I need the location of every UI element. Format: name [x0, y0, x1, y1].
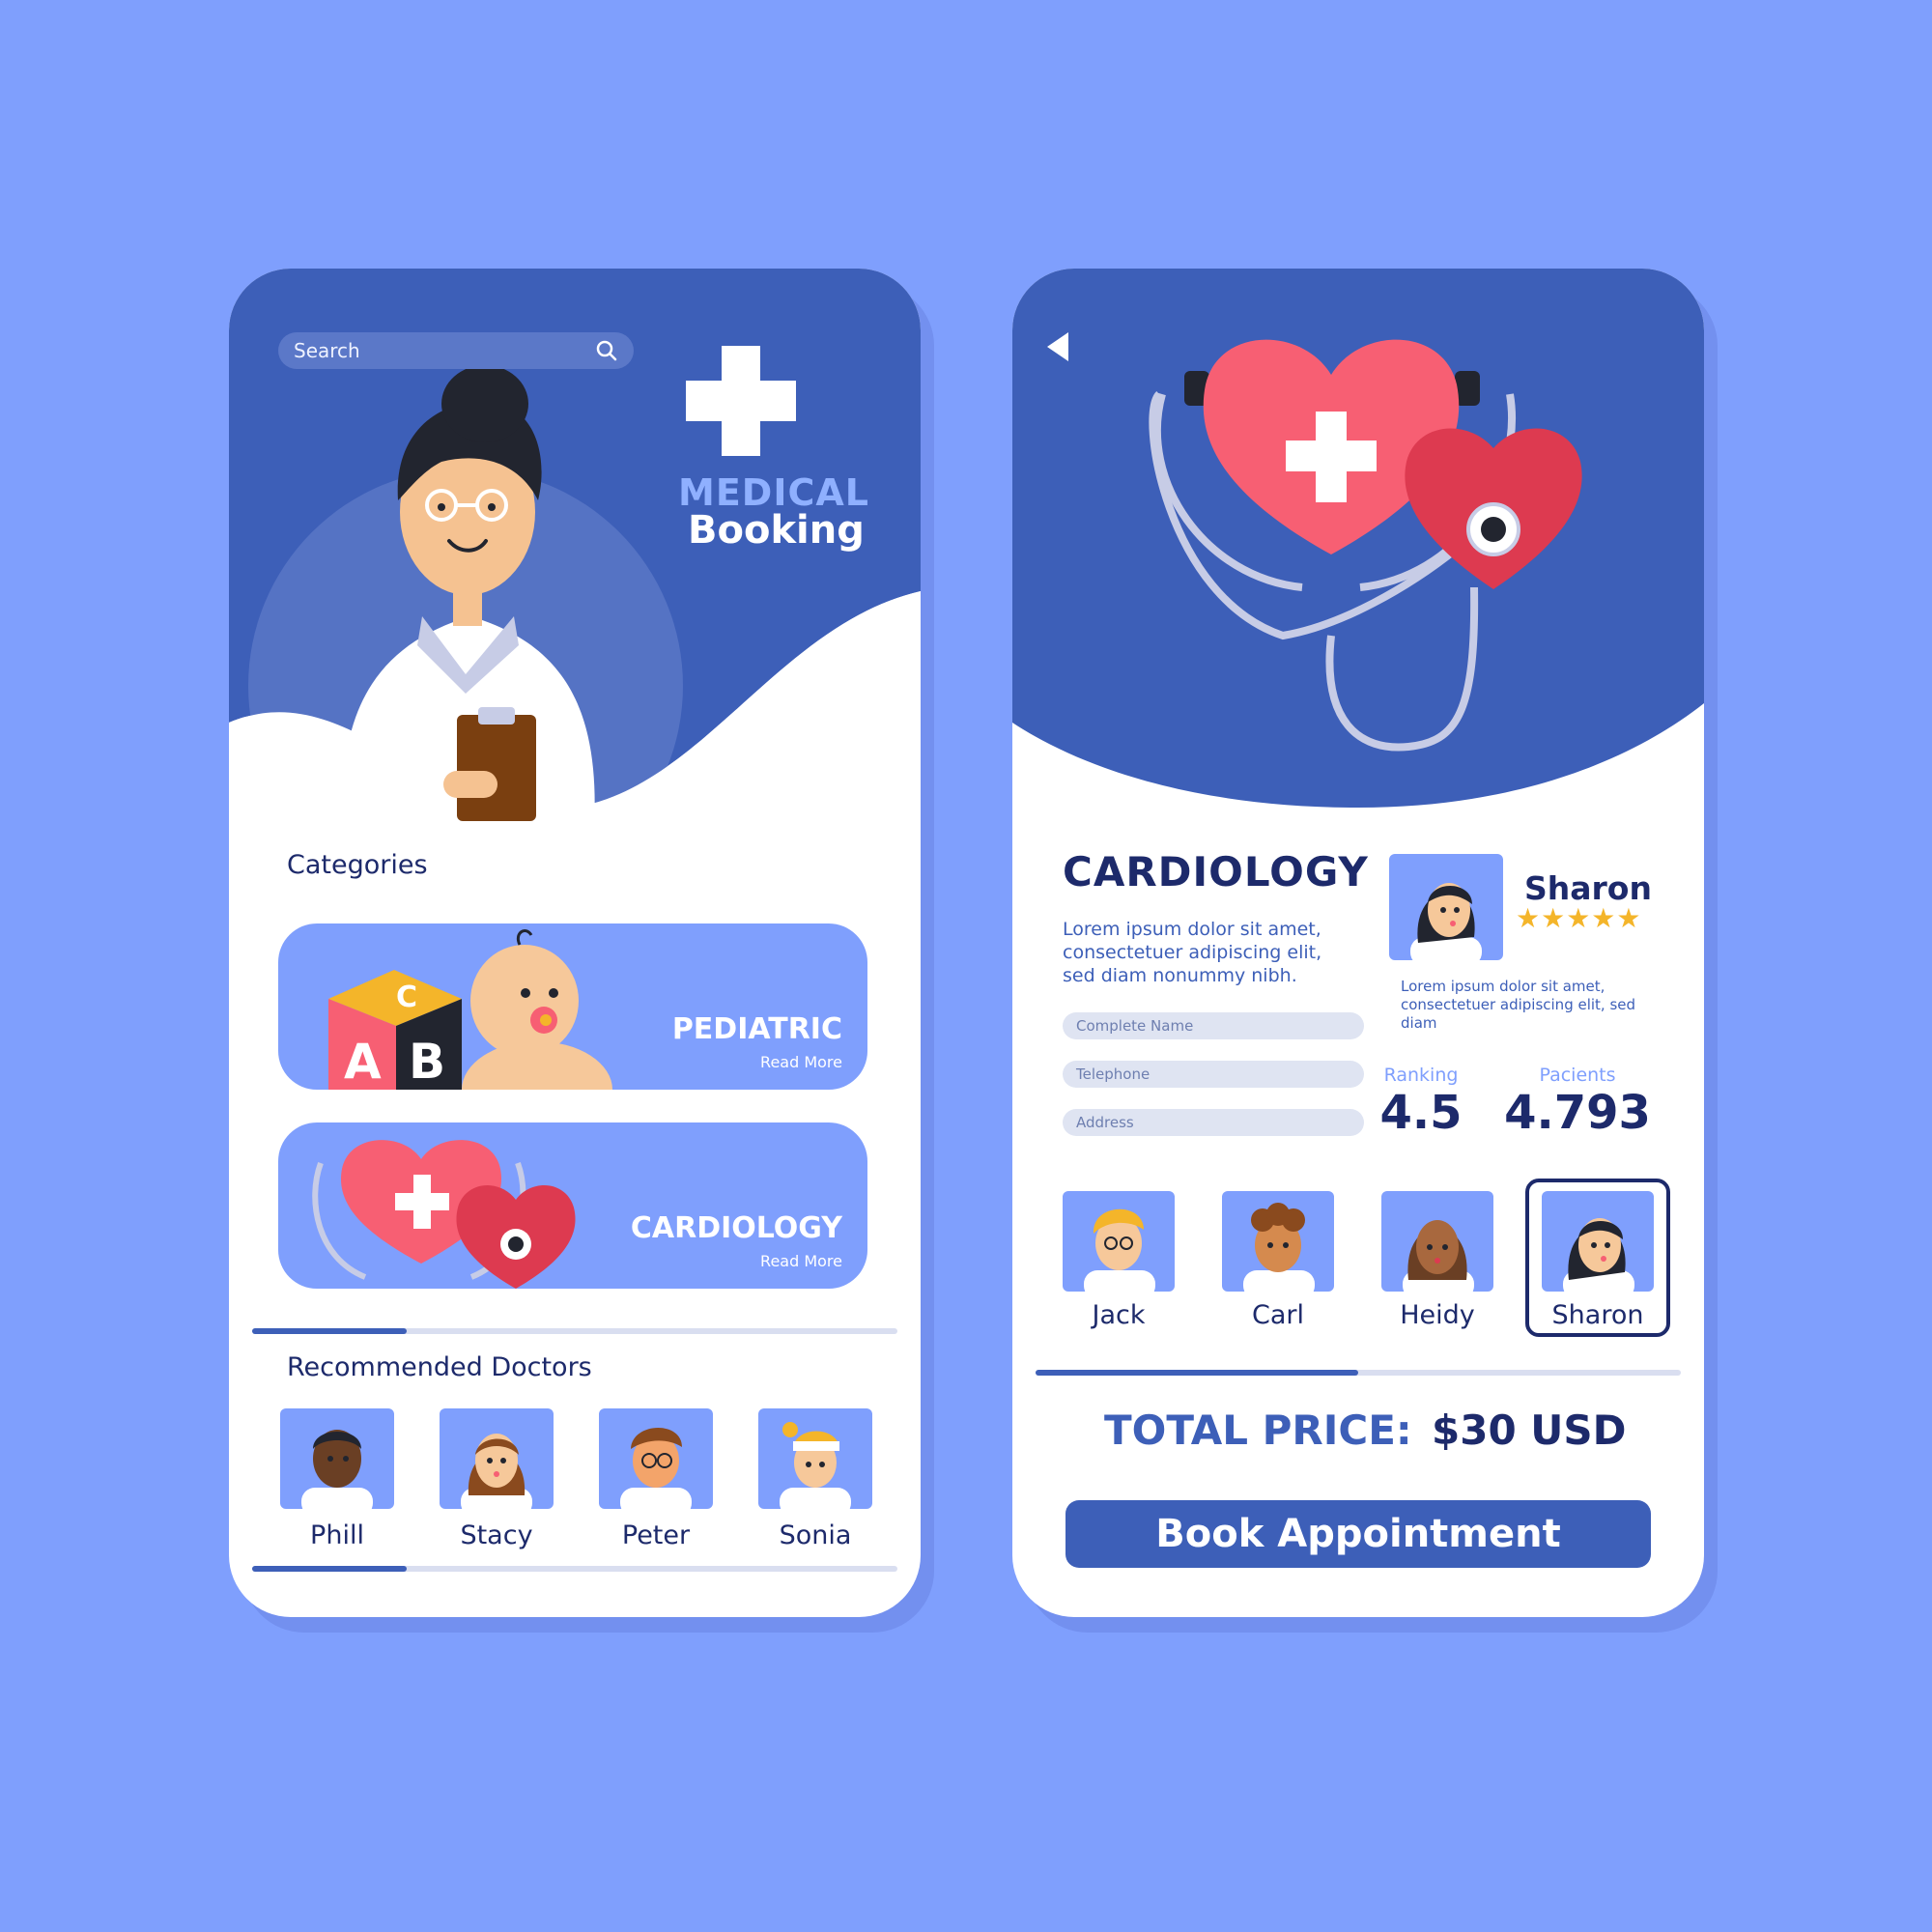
rating-stars-icon: ★★★★★ [1516, 902, 1642, 934]
brand-title-line2: Booking [688, 508, 865, 553]
total-price-label: TOTAL PRICE: [1104, 1406, 1412, 1454]
complete-name-field[interactable]: Complete Name [1063, 1012, 1364, 1039]
home-screen: Search MEDICAL Booking Categories C A B [229, 269, 921, 1617]
doctor-choices-scrollbar-thumb[interactable] [1036, 1370, 1358, 1376]
doctor-name-phill: Phill [310, 1520, 364, 1550]
doctor-avatar-peter[interactable] [599, 1408, 713, 1509]
ranking-value: 4.5 [1379, 1086, 1463, 1140]
category-card-pediatric[interactable]: C A B PEDIATRIC Read More [278, 923, 867, 1090]
search-icon[interactable] [595, 339, 618, 362]
doctor-name-peter: Peter [621, 1520, 691, 1550]
doctors-scrollbar-thumb[interactable] [252, 1566, 408, 1572]
doctor-avatar-sonia[interactable] [758, 1408, 872, 1509]
doctor-choices-scrollbar[interactable] [1036, 1370, 1681, 1376]
doctor-choice-name-heidy: Heidy [1400, 1300, 1475, 1330]
svg-text:B: B [409, 1034, 445, 1090]
telephone-field[interactable]: Telephone [1063, 1061, 1364, 1088]
cardiology-hero-illustration [1012, 269, 1704, 808]
doctor-choice-avatar-jack[interactable] [1063, 1191, 1175, 1292]
doctor-choice-avatar-carl[interactable] [1222, 1191, 1334, 1292]
pediatric-illustration: C A B [328, 929, 612, 1090]
total-price-value: $30 USD [1432, 1406, 1627, 1454]
doctor-avatar-phill[interactable] [280, 1408, 394, 1509]
doctors-scrollbar[interactable] [252, 1566, 897, 1572]
specialty-description: Lorem ipsum dolor sit amet, consectetuer… [1063, 919, 1322, 986]
category-title-pediatric: PEDIATRIC [671, 1012, 842, 1046]
doctor-name-sonia: Sonia [779, 1520, 852, 1550]
selected-doctor-bio: Lorem ipsum dolor sit amet, consectetuer… [1401, 978, 1636, 1032]
category-title-cardiology: CARDIOLOGY [630, 1211, 842, 1245]
category-card-cardiology[interactable]: CARDIOLOGY Read More [278, 1122, 867, 1289]
svg-text:C: C [396, 980, 417, 1014]
doctor-choice-avatar-heidy[interactable] [1381, 1191, 1493, 1292]
search-input[interactable]: Search [278, 332, 634, 369]
specialty-title: CARDIOLOGY [1063, 848, 1369, 895]
doctor-name-stacy: Stacy [460, 1520, 533, 1550]
categories-scrollbar[interactable] [252, 1328, 897, 1334]
booking-screen: CARDIOLOGY Lorem ipsum dolor sit amet, c… [1012, 269, 1704, 1617]
doctor-choice-name-carl: Carl [1252, 1300, 1304, 1330]
search-placeholder: Search [294, 339, 360, 362]
doctor-choice-name-sharon: Sharon [1551, 1300, 1644, 1330]
selected-doctor-avatar [1389, 854, 1503, 960]
address-field[interactable]: Address [1063, 1109, 1364, 1136]
ranking-label: Ranking [1383, 1065, 1459, 1086]
categories-heading: Categories [287, 850, 428, 880]
patients-label: Pacients [1539, 1065, 1616, 1086]
abc-block-icon: C A B [328, 970, 462, 1090]
read-more-link-cardiology[interactable]: Read More [760, 1252, 842, 1270]
patients-value: 4.793 [1504, 1086, 1651, 1140]
categories-scrollbar-thumb[interactable] [252, 1328, 408, 1334]
baby-illustration [462, 929, 612, 1090]
doctor-choice-name-jack: Jack [1092, 1300, 1146, 1330]
doctor-avatar-stacy[interactable] [440, 1408, 554, 1509]
book-appointment-button[interactable]: Book Appointment [1065, 1500, 1651, 1568]
read-more-link-pediatric[interactable]: Read More [760, 1053, 842, 1071]
recommended-doctors-heading: Recommended Doctors [287, 1352, 592, 1382]
back-arrow-icon[interactable] [1045, 330, 1072, 363]
svg-text:A: A [344, 1034, 382, 1090]
cardiology-illustration [312, 1140, 576, 1289]
